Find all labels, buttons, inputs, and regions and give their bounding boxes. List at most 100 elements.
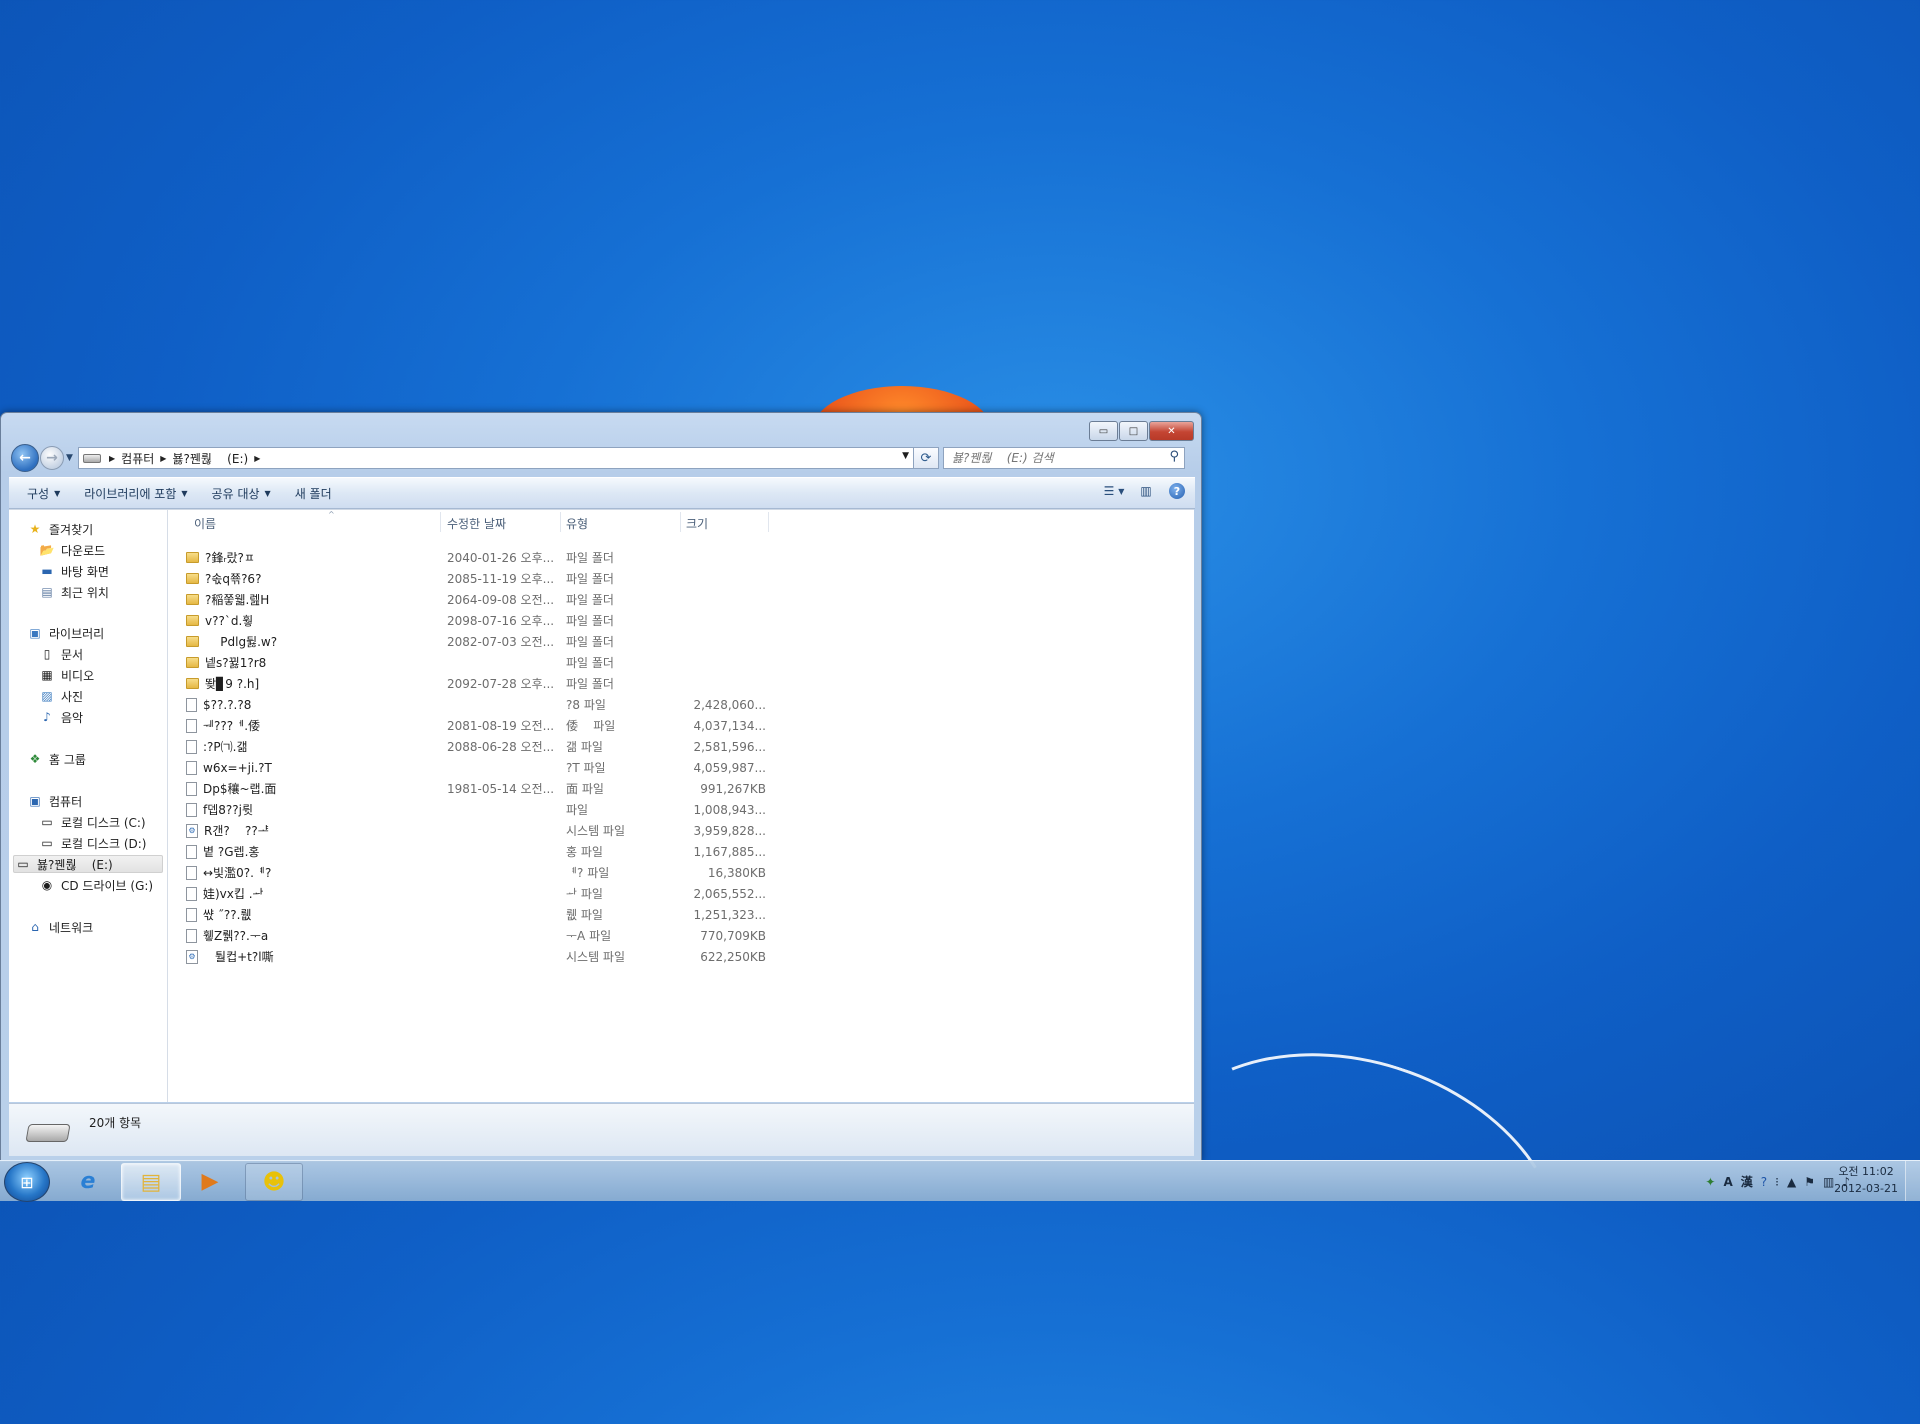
file-size	[680, 589, 766, 610]
file-row[interactable]: ↔빛濫0?.ᅨ? ᅨ? 파일 16,380KB	[168, 862, 1194, 883]
file-row[interactable]: 뙂▊9 ?.h] 2092-07-28 오후... 파일 폴더	[168, 673, 1194, 694]
ime-mode-han[interactable]: 漢	[1741, 1173, 1753, 1190]
ime-options-icon[interactable]: ⁝	[1775, 1175, 1779, 1189]
nav-drive-c[interactable]: ▭ 로컬 디스크 (C:)	[39, 813, 145, 831]
nav-homegroup[interactable]: ❖ 홈 그룹	[27, 750, 86, 768]
address-bar[interactable]: ▶ 컴퓨터 ▶ 뵳?꿴뤊 (E:) ▶ ▼	[78, 447, 914, 469]
file-row[interactable]: ?稲쭣웳.렖H 2064-09-08 오전... 파일 폴더	[168, 589, 1194, 610]
breadcrumb-drive-e[interactable]: 뵳?꿴뤊 (E:)	[172, 450, 248, 467]
file-row[interactable]: 넽s?뀛1?r8 파일 폴더	[168, 652, 1194, 673]
column-divider[interactable]	[680, 512, 681, 532]
column-divider[interactable]	[560, 512, 561, 532]
file-type: ?8 파일	[566, 698, 606, 712]
file-type: ᅪ 파일	[566, 887, 603, 901]
taskbar: ⊞ e ▤ ▶ ☻ ✦ A 漢 ? ⁝ ▲ ⚑ ▥ ♪ 오전 11:02 201…	[0, 1160, 1920, 1202]
file-type: 뤲 파일	[566, 908, 603, 922]
organize-button[interactable]: 구성 ▼	[27, 485, 60, 502]
new-folder-button[interactable]: 새 폴더	[295, 485, 332, 502]
column-divider[interactable]	[440, 512, 441, 532]
file-row[interactable]: ᅰ???ᅦ.倭 2081-08-19 오전... 倭 파일 4,037,134...	[168, 715, 1194, 736]
nav-drive-d-label: 로컬 디스크 (D:)	[61, 836, 147, 851]
ime-mode-a[interactable]: A	[1723, 1175, 1732, 1189]
breadcrumb-chevron-icon[interactable]: ▶	[109, 454, 115, 463]
file-row[interactable]: 휗Z뤩??.ᅮa ᅮA 파일 770,709KB	[168, 925, 1194, 946]
column-header-name[interactable]: 이름 ^	[194, 510, 335, 532]
close-button[interactable]: ✕	[1149, 421, 1194, 441]
file-row[interactable]: ?솏q쬮?6? 2085-11-19 오후... 파일 폴더	[168, 568, 1194, 589]
network-status-icon[interactable]: ▥	[1823, 1175, 1834, 1189]
file-row[interactable]: Dp$穰~랩.面 1981-05-14 오전... 面 파일 991,267KB	[168, 778, 1194, 799]
sort-ascending-icon: ^	[328, 510, 335, 519]
view-options-button[interactable]: ☰ ▼	[1104, 483, 1125, 499]
nav-network[interactable]: ⌂ 네트워크	[27, 918, 93, 936]
clock[interactable]: 오전 11:02 2012-03-21	[1834, 1163, 1898, 1197]
refresh-button[interactable]: ⟳	[914, 447, 939, 469]
file-icon	[186, 844, 197, 859]
file-row[interactable]: ⚙ ᅠ퉐컵+t?l嘶 시스템 파일 622,250KB	[168, 946, 1194, 967]
column-header-type[interactable]: 유형	[566, 514, 588, 532]
file-row[interactable]: 娃)vx킵 .ᅪ ᅪ 파일 2,065,552...	[168, 883, 1194, 904]
nav-computer[interactable]: ▣ 컴퓨터	[27, 792, 82, 810]
file-row[interactable]: ?鋒ᵣ랐?ㅍ 2040-01-26 오후... 파일 폴더	[168, 547, 1194, 568]
action-center-flag-icon[interactable]: ⚑	[1804, 1175, 1815, 1189]
nav-desktop[interactable]: ▬ 바탕 화면	[39, 562, 109, 580]
nav-pictures-label: 사진	[61, 689, 84, 704]
folder-icon	[186, 636, 199, 647]
file-row[interactable]: Pdlg뒳.w? 2082-07-03 오전... 파일 폴더	[168, 631, 1194, 652]
start-button[interactable]: ⊞	[4, 1162, 50, 1202]
taskbar-media-player[interactable]: ▶	[182, 1163, 238, 1199]
nav-recent[interactable]: ▤ 최근 위치	[39, 583, 109, 601]
file-row[interactable]: 쌳 ˝??.뤲 뤲 파일 1,251,323...	[168, 904, 1194, 925]
breadcrumb-chevron-icon[interactable]: ▶	[160, 454, 166, 463]
share-with-button[interactable]: 공유 대상 ▼	[212, 485, 271, 502]
search-input[interactable]	[950, 450, 1154, 466]
nav-drive-e[interactable]: ▭ 뵳?꿴뤊 (E:)	[13, 855, 163, 873]
nav-documents[interactable]: ▯ 문서	[39, 645, 83, 663]
minimize-button[interactable]: ▭	[1089, 421, 1118, 441]
breadcrumb-chevron-icon[interactable]: ▶	[254, 454, 260, 463]
ime-help-icon[interactable]: ?	[1761, 1175, 1767, 1189]
nav-music[interactable]: ♪ 음악	[39, 708, 83, 726]
preview-pane-button[interactable]: ▥	[1137, 483, 1155, 499]
nav-pictures[interactable]: ▨ 사진	[39, 687, 83, 705]
column-divider[interactable]	[768, 512, 769, 532]
nav-drive-d[interactable]: ▭ 로컬 디스크 (D:)	[39, 834, 146, 852]
recent-pages-dropdown[interactable]: ▼	[66, 453, 76, 463]
show-desktop-button[interactable]	[1905, 1161, 1920, 1201]
taskbar-windows-explorer[interactable]: ▤	[121, 1163, 181, 1201]
forward-button[interactable]: →	[40, 446, 64, 470]
file-name: ↔빛濫0?.ᅨ?	[203, 866, 272, 880]
file-size: 2,428,060...	[693, 697, 766, 712]
file-row[interactable]: ⚙ R갠? ??ᅸ 시스템 파일 3,959,828...	[168, 820, 1194, 841]
search-icon[interactable]: ⚲	[1169, 449, 1179, 464]
file-row[interactable]: 볕 ?G렙.홍 홍 파일 1,167,885...	[168, 841, 1194, 862]
column-header-date[interactable]: 수정한 날짜	[447, 514, 506, 532]
include-library-button[interactable]: 라이브러리에 포함 ▼	[84, 485, 187, 502]
file-row[interactable]: v??`d.훻 2098-07-16 오후... 파일 폴더	[168, 610, 1194, 631]
search-box[interactable]: ⚲	[943, 447, 1185, 469]
tray-network-icon[interactable]: ✦	[1705, 1175, 1715, 1189]
breadcrumb-computer[interactable]: 컴퓨터	[121, 450, 154, 467]
back-button[interactable]: ←	[11, 444, 39, 472]
nav-downloads[interactable]: 📂 다운로드	[39, 541, 106, 559]
nav-favorites[interactable]: ★ 즐겨찾기	[27, 520, 94, 538]
file-row[interactable]: f뎁8??j륏 파일 1,008,943...	[168, 799, 1194, 820]
navigation-pane: ★ 즐겨찾기 📂 다운로드 ▬ 바탕 화면 ▤ 최근 위치 ▣ 라이브러리 ▯ 문서 ▦ 비디…	[9, 510, 168, 1102]
file-row[interactable]: w6x=+ji.?T ?T 파일 4,059,987...	[168, 757, 1194, 778]
nav-libraries[interactable]: ▣ 라이브러리	[27, 624, 104, 642]
nav-drive-g[interactable]: ◉ CD 드라이브 (G:)	[39, 876, 153, 894]
show-hidden-icons[interactable]: ▲	[1787, 1175, 1796, 1189]
taskbar-internet-explorer[interactable]: e	[60, 1163, 116, 1199]
file-row[interactable]: :?P㈀.갦 2088-06-28 오전... 갦 파일 2,581,596...	[168, 736, 1194, 757]
taskbar-smiley-app[interactable]: ☻	[245, 1163, 303, 1201]
column-header-size[interactable]: 크기	[686, 514, 708, 532]
address-dropdown-icon[interactable]: ▼	[902, 451, 909, 461]
nav-videos[interactable]: ▦ 비디오	[39, 666, 94, 684]
maximize-button[interactable]: □	[1119, 421, 1148, 441]
navigation-row: ← → ▼ ▶ 컴퓨터 ▶ 뵳?꿴뤊 (E:) ▶ ▼ ⟳ ⚲	[11, 444, 1195, 472]
preview-pane-icon: ▥	[1140, 484, 1152, 498]
file-row[interactable]: $??.?.?8 ?8 파일 2,428,060...	[168, 694, 1194, 715]
file-name-cell: 쌳 ˝??.뤲	[186, 904, 436, 925]
help-button[interactable]: ?	[1169, 483, 1185, 499]
clock-date: 2012-03-21	[1834, 1182, 1898, 1195]
